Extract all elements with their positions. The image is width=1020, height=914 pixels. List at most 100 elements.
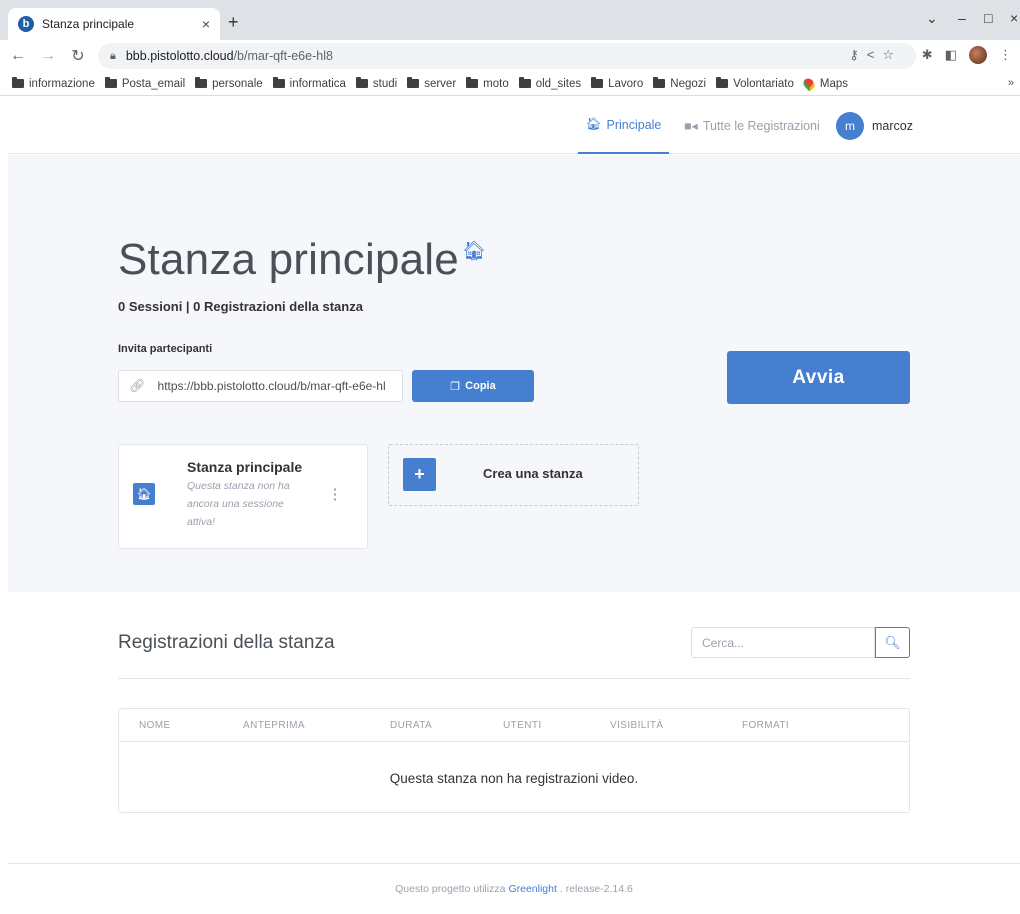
column-header-utenti[interactable]: UTENTI <box>503 709 542 741</box>
minimize-icon[interactable]: – <box>958 10 966 26</box>
recordings-table: NOME ANTEPRIMA DURATA UTENTI VISIBILITÀ … <box>118 708 910 813</box>
create-room-card[interactable]: + Crea una stanza <box>388 444 639 506</box>
search-input[interactable]: Cerca... <box>691 627 875 658</box>
side-panel-icon[interactable]: ◧ <box>945 47 957 63</box>
bookmark-lavoro[interactable]: Lavoro <box>591 77 644 90</box>
extension-area: ✱ ◧ ⋮ <box>922 46 1012 64</box>
greenlight-link[interactable]: Greenlight <box>508 883 556 895</box>
bookmark-label: Volontariato <box>733 77 794 90</box>
bookmark-label: Lavoro <box>608 77 644 90</box>
column-header-formati[interactable]: FORMATI <box>742 709 789 741</box>
forward-icon[interactable]: → <box>36 47 60 65</box>
browser-menu-icon[interactable]: ⋮ <box>999 47 1012 63</box>
page-content: 🏠︎ Principale ■◂ Tutte le Registrazioni … <box>8 97 1020 914</box>
bookmarks-bar: informazione Posta_email personale informat… <box>0 72 1020 96</box>
bookmark-informazione[interactable]: informazione <box>12 77 95 90</box>
bookmark-label: server <box>424 77 457 90</box>
bookmark-moto[interactable]: moto <box>466 77 509 90</box>
close-window-icon[interactable]: × <box>1010 10 1018 26</box>
bookmark-server[interactable]: server <box>407 77 457 90</box>
username: marcoz <box>872 118 913 133</box>
bookmark-informatica[interactable]: informatica <box>272 77 346 90</box>
bookmark-label: moto <box>483 77 509 90</box>
bookmark-label: informatica <box>289 77 346 90</box>
folder-icon <box>407 77 420 88</box>
column-header-visibilita[interactable]: VISIBILITÀ <box>610 709 663 741</box>
share-icon[interactable]: < <box>867 47 883 62</box>
bookmark-maps[interactable]: Maps <box>801 75 848 92</box>
recordings-section: Registrazioni della stanza Cerca... 🔍︎ N… <box>8 592 1020 862</box>
video-camera-icon: ■◂ <box>684 119 698 133</box>
bookmark-old-sites[interactable]: old_sites <box>518 77 582 90</box>
url-host: bbb.pistolotto.cloud <box>125 49 234 63</box>
bookmark-label: Maps <box>819 77 848 90</box>
url-path: /b/mar-qft-e6e-hl8 <box>233 49 333 63</box>
bookmark-label: personale <box>212 77 263 90</box>
maps-pin-icon <box>801 75 817 92</box>
avatar: m <box>836 111 864 140</box>
divider <box>118 678 910 679</box>
search-icon: 🔍︎ <box>884 634 901 650</box>
browser-tabstrip: b Stanza principale × + ⌄ – □ × <box>0 0 1020 40</box>
bookmark-label: informazione <box>29 77 95 90</box>
kebab-menu-icon[interactable]: · · · <box>333 482 338 506</box>
folder-icon <box>518 77 531 88</box>
bookmark-star-icon[interactable]: ☆ <box>882 47 902 62</box>
browser-tab[interactable]: b Stanza principale × <box>8 8 220 40</box>
search-button[interactable]: 🔍︎ <box>875 627 910 658</box>
bookmark-label: Negozi <box>670 77 707 90</box>
copy-button[interactable]: ❐ Copia <box>412 370 534 402</box>
create-room-label: Crea una stanza <box>483 466 583 481</box>
nav-registrazioni-label: Tutte le Registrazioni <box>702 118 820 133</box>
home-icon: 🏠︎ <box>585 117 602 131</box>
room-stats: 0 Sessioni | 0 Registrazioni della stanz… <box>118 299 363 314</box>
reload-icon[interactable]: ↻ <box>66 46 90 66</box>
home-room-icon: 🏠︎ <box>462 241 487 262</box>
back-icon[interactable]: ← <box>6 47 30 65</box>
maximize-icon[interactable]: □ <box>984 10 992 26</box>
folder-icon <box>272 77 285 88</box>
copy-button-label: Copia <box>465 380 496 392</box>
footer-suffix: . release-2.14.6 <box>559 883 633 895</box>
room-card-description: Questa stanza non ha ancora una sessione… <box>187 480 290 528</box>
nav-registrazioni[interactable]: ■◂ Tutte le Registrazioni <box>684 97 820 154</box>
invite-url-field[interactable]: 🔗︎ https://bbb.pistolotto.cloud/b/mar-qf… <box>118 370 403 402</box>
link-icon: 🔗︎ <box>129 378 146 393</box>
column-header-nome[interactable]: NOME <box>139 709 171 741</box>
address-bar[interactable]: 🔒︎ bbb.pistolotto.cloud/b/mar-qft-e6e-hl… <box>98 43 916 69</box>
new-tab-button[interactable]: + <box>228 12 239 33</box>
plus-icon: + <box>403 458 436 491</box>
start-button[interactable]: Avvia <box>727 351 910 404</box>
bookmark-posta-email[interactable]: Posta_email <box>104 77 185 90</box>
user-menu[interactable]: m marcoz <box>836 97 913 154</box>
more-bookmarks-icon[interactable]: » <box>1008 77 1014 89</box>
folder-icon <box>104 77 117 88</box>
bbb-favicon-icon: b <box>18 16 34 32</box>
nav-principale-label: Principale <box>606 117 662 132</box>
folder-icon <box>12 77 24 88</box>
column-header-anteprima[interactable]: ANTEPRIMA <box>243 709 305 741</box>
bookmark-personale[interactable]: personale <box>195 77 263 90</box>
room-hero: Stanza principale 🏠︎ 0 Sessioni | 0 Regi… <box>8 155 1020 592</box>
room-card[interactable]: 🏠︎ Stanza principale Questa stanza non h… <box>118 444 368 549</box>
tab-close-icon[interactable]: × <box>202 16 210 32</box>
profile-avatar[interactable] <box>969 46 987 64</box>
bookmark-negozi[interactable]: Negozi <box>653 77 707 90</box>
browser-toolbar: ← → ↻ 🔒︎ bbb.pistolotto.cloud/b/mar-qft-… <box>0 40 1020 72</box>
invite-label: Invita partecipanti <box>118 343 213 355</box>
bookmark-studi[interactable]: studi <box>355 77 397 90</box>
column-header-durata[interactable]: DURATA <box>390 709 432 741</box>
nav-principale[interactable]: 🏠︎ Principale <box>578 97 669 154</box>
folder-icon <box>355 77 368 88</box>
bookmark-volontariato[interactable]: Volontariato <box>716 77 794 90</box>
extensions-puzzle-icon[interactable]: ✱ <box>922 47 933 63</box>
omnibox-action-icons[interactable]: ⚷<☆ <box>849 47 902 63</box>
bookmark-label: old_sites <box>535 77 582 90</box>
folder-icon <box>466 77 479 88</box>
top-navigation: 🏠︎ Principale ■◂ Tutte le Registrazioni … <box>8 97 1020 154</box>
tab-search-icon[interactable]: ⌄ <box>926 10 938 27</box>
folder-icon <box>591 77 604 88</box>
recordings-title: Registrazioni della stanza <box>118 632 335 653</box>
folder-icon <box>195 77 208 88</box>
lock-icon[interactable]: 🔒︎ <box>110 50 116 63</box>
